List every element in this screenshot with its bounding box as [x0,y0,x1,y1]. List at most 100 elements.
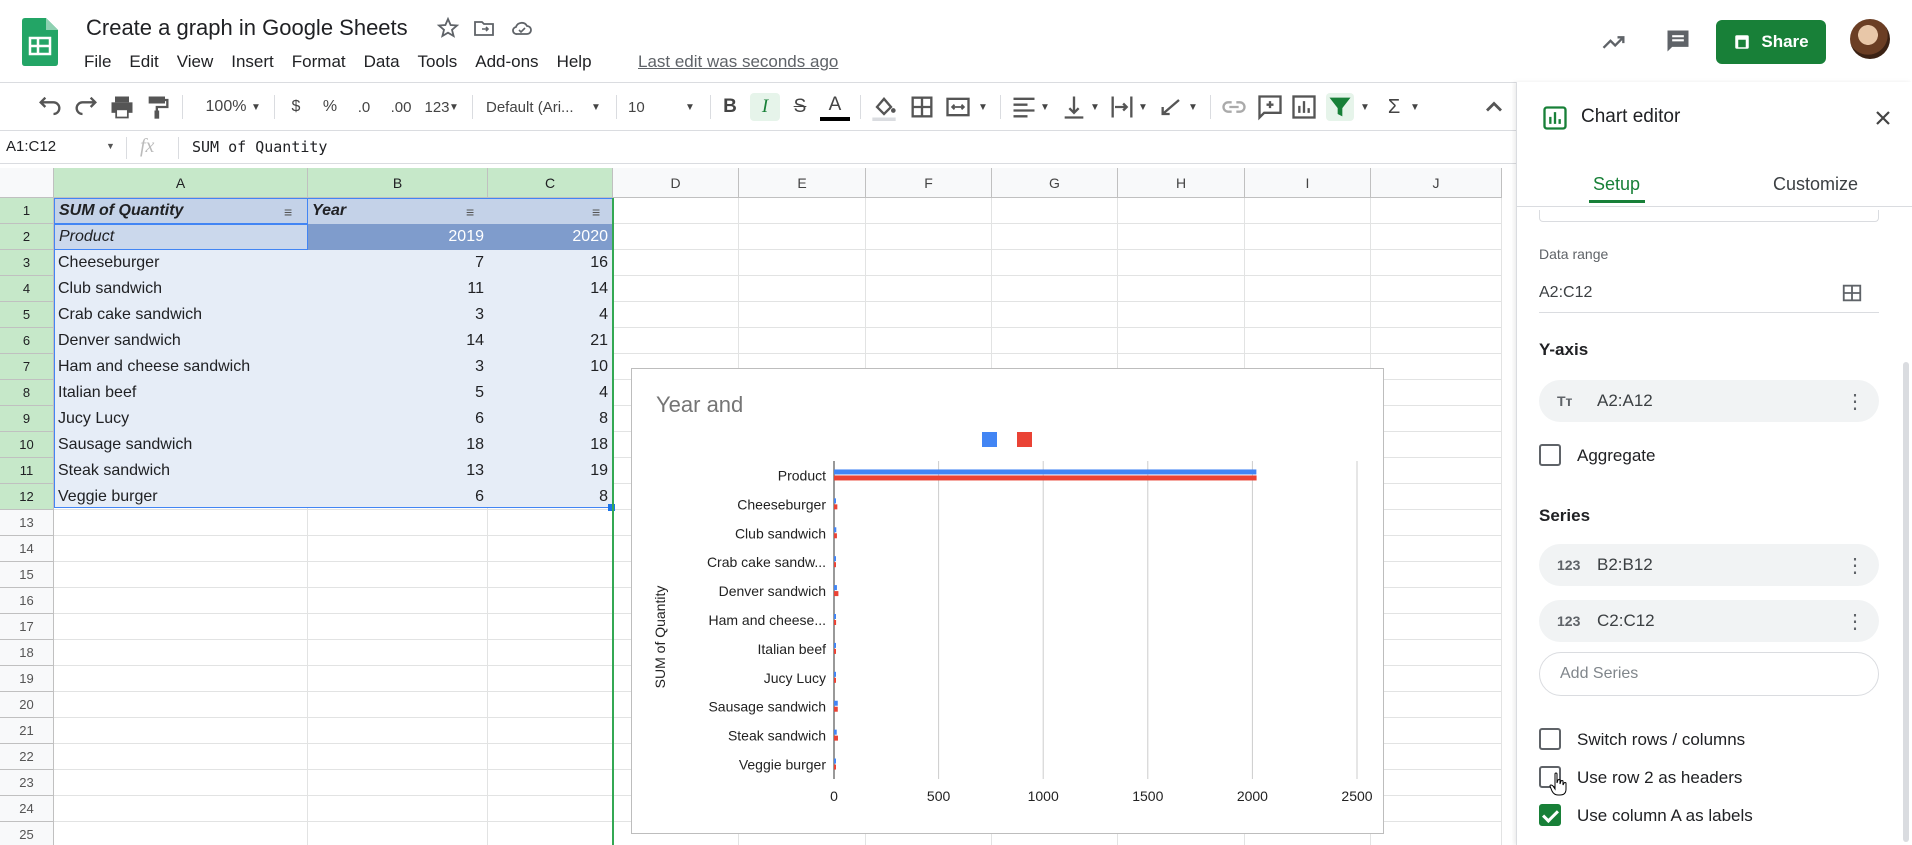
quantity-cell[interactable]: 16 [488,250,612,276]
italic-button[interactable]: I [750,93,780,121]
column-freeze-line[interactable] [612,198,614,845]
menu-tools[interactable]: Tools [418,50,467,74]
insert-chart-icon[interactable] [1290,93,1318,121]
select-range-grid-icon[interactable] [1841,282,1863,304]
quantity-cell[interactable]: 4 [488,302,612,328]
switch-rows-columns-checkbox[interactable] [1539,728,1561,750]
tab-setup[interactable]: Setup [1593,174,1640,195]
menu-data[interactable]: Data [364,50,409,74]
redo-icon[interactable] [72,93,100,121]
quantity-cell[interactable]: 18 [488,432,612,458]
fill-color-icon[interactable] [870,93,898,121]
row-header[interactable]: 2 [0,224,54,250]
move-folder-icon[interactable] [472,16,496,40]
text-wrapping-icon[interactable] [1108,93,1136,121]
quantity-cell[interactable]: 19 [488,458,612,484]
column-header-e[interactable]: E [739,168,866,198]
row-header[interactable]: 15 [0,562,54,588]
row-header[interactable]: 16 [0,588,54,614]
add-series-button[interactable]: Add Series [1539,652,1879,696]
font-dropdown-icon[interactable]: ▼ [588,93,604,121]
row-header[interactable]: 11 [0,458,54,484]
row-header[interactable]: 20 [0,692,54,718]
row-header[interactable]: 8 [0,380,54,406]
more-vert-icon[interactable]: ⋮ [1845,609,1865,634]
percent-format-button[interactable]: % [318,93,342,121]
filter-icon-b1[interactable]: ≡ [466,204,474,220]
panel-scrollbar[interactable] [1903,362,1909,842]
product-cell[interactable]: Cheeseburger [54,250,308,276]
row-header[interactable]: 4 [0,276,54,302]
insert-link-icon[interactable] [1220,93,1248,121]
row-header[interactable]: 9 [0,406,54,432]
product-cell[interactable]: Italian beef [54,380,308,406]
close-icon[interactable] [1871,106,1895,130]
row-header[interactable]: 13 [0,510,54,536]
name-box[interactable]: A1:C12 [6,138,118,155]
quantity-cell[interactable]: 14 [488,276,612,302]
chart-type-select-edge[interactable] [1539,210,1879,222]
name-box-dropdown-icon[interactable]: ▼ [106,141,115,151]
column-header-h[interactable]: H [1118,168,1245,198]
column-header-a[interactable]: A [54,168,308,198]
product-cell[interactable]: Denver sandwich [54,328,308,354]
quantity-cell[interactable]: 13 [308,458,488,484]
bold-button[interactable]: B [716,93,744,121]
currency-format-button[interactable]: $ [284,93,308,121]
row-header[interactable]: 10 [0,432,54,458]
sheets-logo-icon[interactable] [22,18,58,66]
quantity-cell[interactable]: 5 [308,380,488,406]
document-title[interactable]: Create a graph in Google Sheets [86,15,408,41]
product-cell[interactable]: Ham and cheese sandwich [54,354,308,380]
comments-icon[interactable] [1664,27,1692,55]
tab-customize[interactable]: Customize [1773,174,1858,195]
menu-file[interactable]: File [84,50,120,74]
row-header[interactable]: 24 [0,796,54,822]
quantity-cell[interactable]: 6 [308,484,488,510]
horizontal-align-icon[interactable] [1010,93,1038,121]
column-header-b[interactable]: B [308,168,488,198]
filter-icon-c1[interactable]: ≡ [592,204,600,220]
decrease-decimal-button[interactable]: .0 [350,93,378,121]
row-header[interactable]: 19 [0,666,54,692]
menu-add-ons[interactable]: Add-ons [475,50,547,74]
quantity-cell[interactable]: 8 [488,406,612,432]
column-header-c[interactable]: C [488,168,613,198]
quantity-cell[interactable]: 11 [308,276,488,302]
select-all-corner[interactable] [0,168,54,198]
product-cell[interactable]: Jucy Lucy [54,406,308,432]
more-vert-icon[interactable]: ⋮ [1845,553,1865,578]
vertical-align-icon[interactable] [1060,93,1088,121]
filter-icon-a1[interactable]: ≡ [284,204,292,220]
font-size-dropdown-icon[interactable]: ▼ [682,93,698,121]
column-header-i[interactable]: I [1245,168,1371,198]
row-header[interactable]: 7 [0,354,54,380]
menu-insert[interactable]: Insert [231,50,283,74]
merge-cells-icon[interactable] [944,93,972,121]
column-header-g[interactable]: G [992,168,1118,198]
quantity-cell[interactable]: 18 [308,432,488,458]
product-cell[interactable]: Sausage sandwich [54,432,308,458]
aggregate-checkbox[interactable] [1539,444,1561,466]
strikethrough-button[interactable]: S [786,93,814,121]
quantity-cell[interactable]: 4 [488,380,612,406]
quantity-cell[interactable]: 3 [308,354,488,380]
pivot-year-2020[interactable]: 2020 [488,224,612,250]
activity-trend-icon[interactable] [1600,28,1628,56]
quantity-cell[interactable]: 10 [488,354,612,380]
functions-button[interactable]: Σ [1380,93,1408,121]
wrap-dropdown-icon[interactable]: ▼ [1136,93,1150,121]
quantity-cell[interactable]: 14 [308,328,488,354]
pivot-product-header[interactable]: Product [54,224,308,250]
zoom-select[interactable]: 100% [196,93,256,121]
row-header[interactable]: 5 [0,302,54,328]
spreadsheet-grid[interactable]: ABCDEFGHIJ 1 2 3 4 5 6 7 8 9 10 11 12 13 14 15 16 17 18 19… [0,164,1502,845]
rotation-dropdown-icon[interactable]: ▼ [1186,93,1200,121]
zoom-dropdown-icon[interactable]: ▼ [248,93,264,121]
menu-view[interactable]: View [177,50,223,74]
avatar[interactable] [1850,19,1890,59]
use-column-labels-checkbox[interactable] [1539,804,1561,826]
yaxis-chip[interactable]: Tт A2:A12 ⋮ [1539,380,1879,422]
column-header-d[interactable]: D [613,168,739,198]
product-cell[interactable]: Steak sandwich [54,458,308,484]
